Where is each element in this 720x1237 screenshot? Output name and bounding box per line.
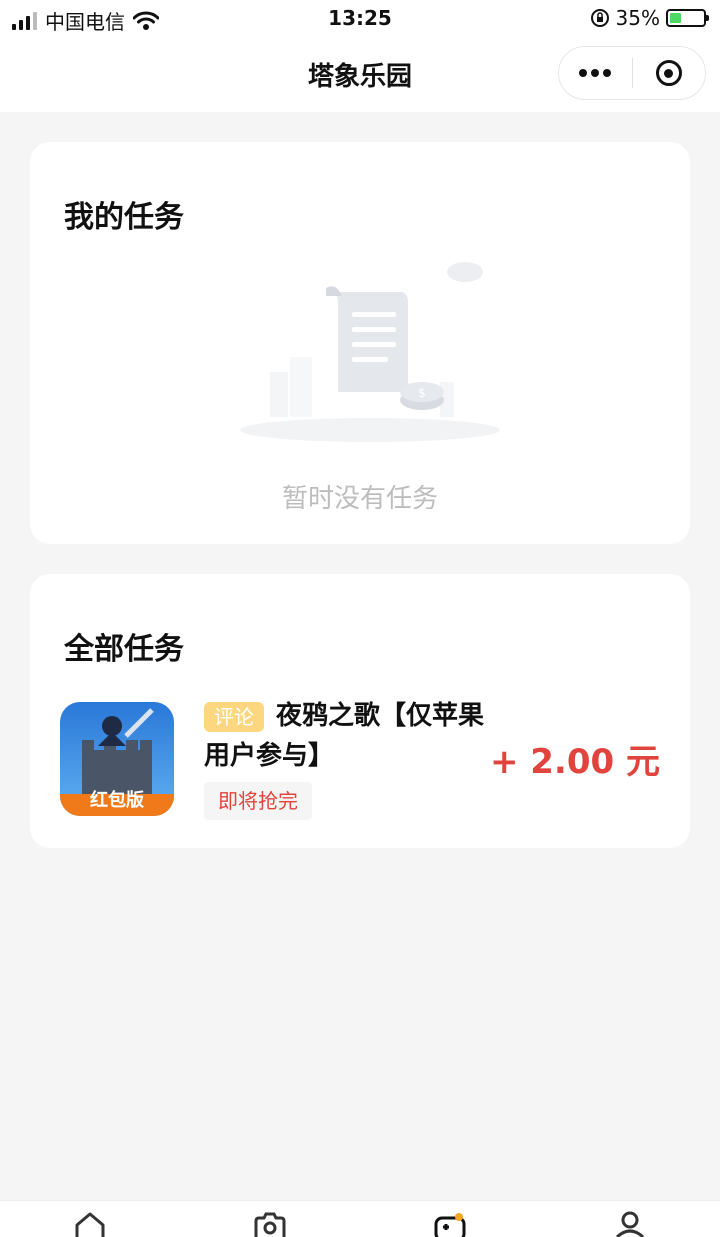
more-button[interactable]: [559, 69, 632, 77]
nav-bar: 塔象乐园: [0, 38, 720, 112]
tab-me[interactable]: [610, 1211, 650, 1237]
task-item[interactable]: 红包版 夜鸦之歌【仅苹果用户参与】 评论 即将抢完 + 2.00 元: [30, 692, 690, 822]
camera-icon: [254, 1212, 286, 1237]
home-icon: [75, 1212, 105, 1237]
empty-state-text: 暂时没有任务: [281, 484, 438, 514]
user-icon: [615, 1211, 645, 1237]
game-icon: [434, 1213, 466, 1237]
app-icon: 红包版: [60, 702, 174, 816]
task-type-tag: 评论: [204, 702, 264, 732]
status-right: 35%: [590, 6, 709, 30]
target-icon: [655, 60, 682, 86]
tab-camera[interactable]: [250, 1211, 290, 1237]
all-tasks-card: 全部任务 红包版 夜鸦之歌【仅苹果用户参与】 评论 即将抢完 + 2.00 元: [30, 574, 690, 848]
orientation-lock-icon: [590, 9, 609, 27]
miniprogram-capsule: [558, 46, 706, 100]
tab-home[interactable]: [70, 1211, 110, 1237]
app-icon-badge: 红包版: [90, 790, 144, 811]
battery-percent: 35%: [615, 6, 660, 30]
close-button[interactable]: [633, 60, 706, 86]
task-status-badge: 即将抢完: [204, 782, 312, 820]
all-tasks-title: 全部任务: [64, 632, 184, 667]
more-icon: [579, 69, 588, 77]
my-tasks-title: 我的任务: [64, 200, 184, 235]
empty-scroll-illustration: $: [240, 262, 500, 442]
status-bar: 中国电信 13:25 35%: [0, 0, 720, 38]
tab-bar: [0, 1200, 720, 1237]
tab-game[interactable]: [430, 1211, 470, 1237]
task-reward: + 2.00 元: [489, 742, 660, 782]
my-tasks-card: 我的任务 $ 暂时没有任务: [30, 142, 690, 544]
battery-icon: [666, 9, 709, 27]
svg-text:$: $: [418, 386, 426, 400]
